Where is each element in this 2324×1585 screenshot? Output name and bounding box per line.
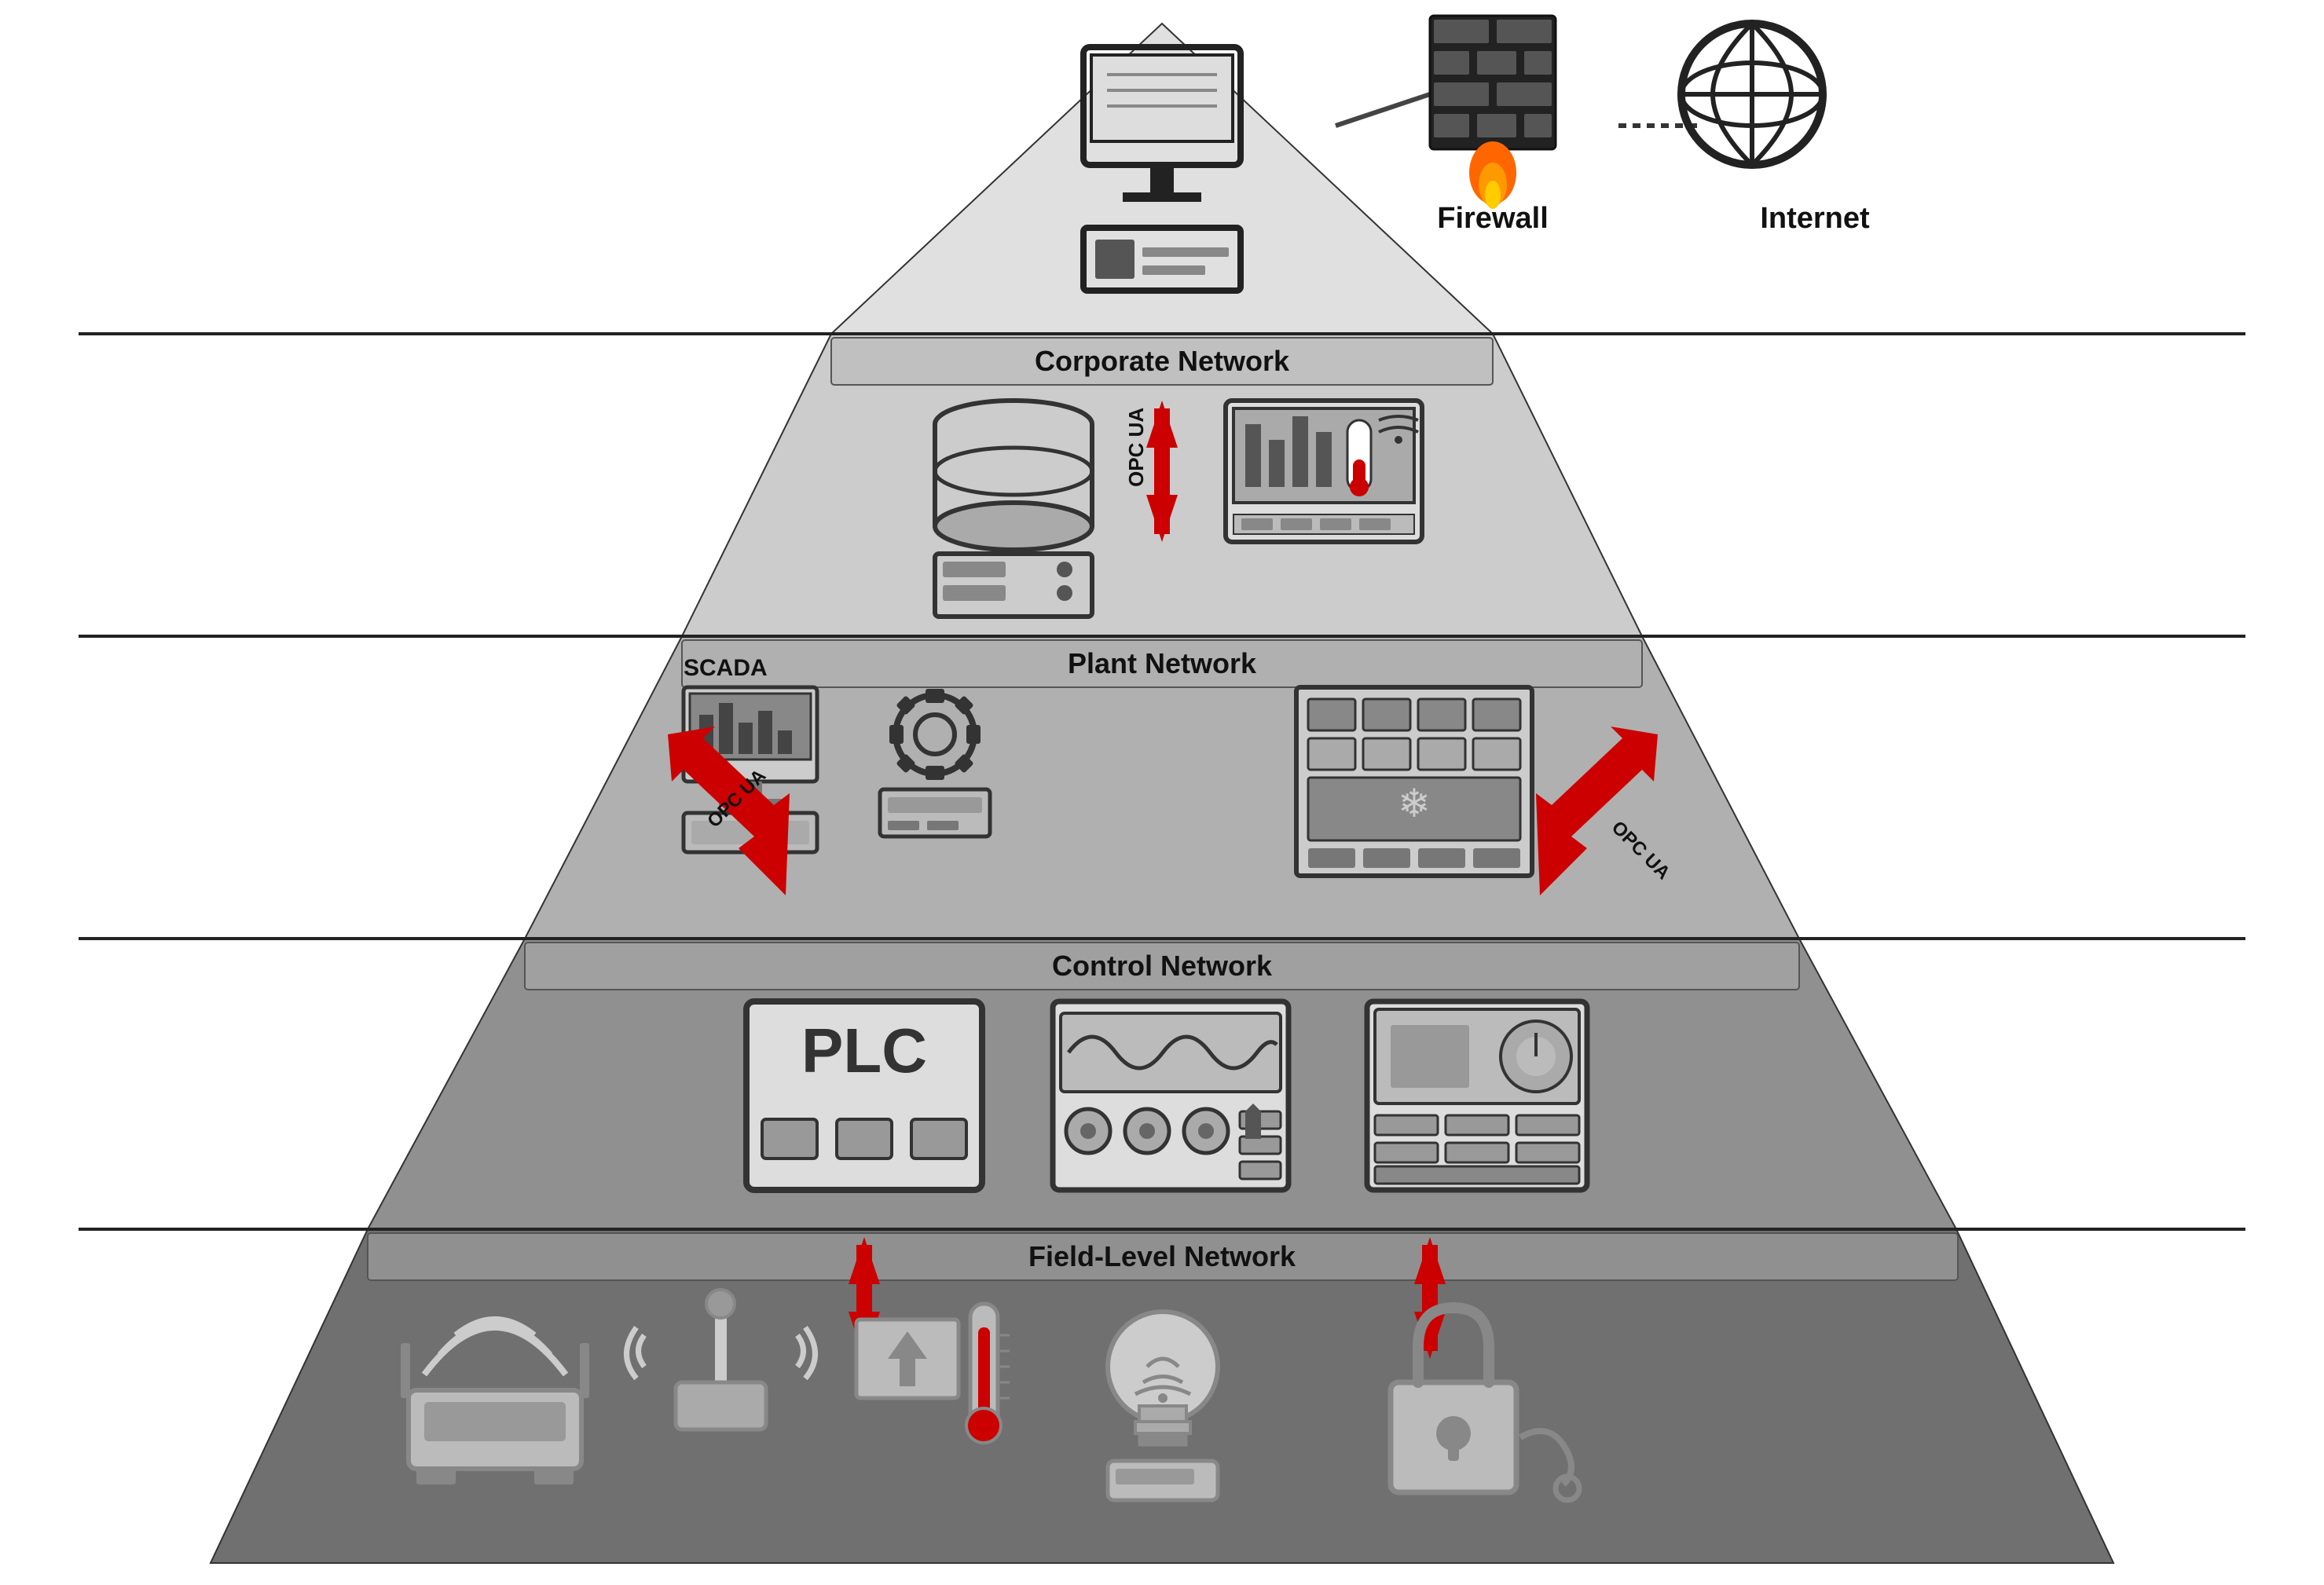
- svg-text:Field-Level Network: Field-Level Network: [1028, 1240, 1296, 1272]
- pac-controller: [1053, 1001, 1288, 1190]
- svg-text:SCADA: SCADA: [684, 655, 768, 681]
- svg-text:OPC UA: OPC UA: [1124, 408, 1148, 487]
- scada-panel-right: ❄: [1296, 687, 1532, 876]
- left-labels-container: [24, 0, 204, 1585]
- svg-text:Plant Network: Plant Network: [1068, 647, 1257, 679]
- internet-icon: [1681, 24, 1823, 165]
- svg-text:Firewall: Firewall: [1437, 202, 1549, 235]
- pyramid-svg: Corporate Network Plant Network Control …: [0, 0, 2324, 1585]
- right-labels-container: [2073, 0, 2300, 1585]
- svg-text:Control Network: Control Network: [1052, 950, 1273, 982]
- firewall-icon: [1430, 16, 1556, 209]
- main-container: Corporate Network Plant Network Control …: [0, 0, 2324, 1585]
- plc-icon: PLC: [746, 1001, 982, 1190]
- svg-text:Corporate Network: Corporate Network: [1035, 345, 1290, 377]
- smart-light: [1108, 1312, 1218, 1500]
- dcs-controller: [1367, 1001, 1587, 1190]
- svg-text:❄: ❄: [1398, 782, 1431, 825]
- svg-text:PLC: PLC: [801, 1016, 927, 1085]
- svg-text:Internet: Internet: [1760, 202, 1870, 235]
- hmi-icon: [1226, 401, 1422, 542]
